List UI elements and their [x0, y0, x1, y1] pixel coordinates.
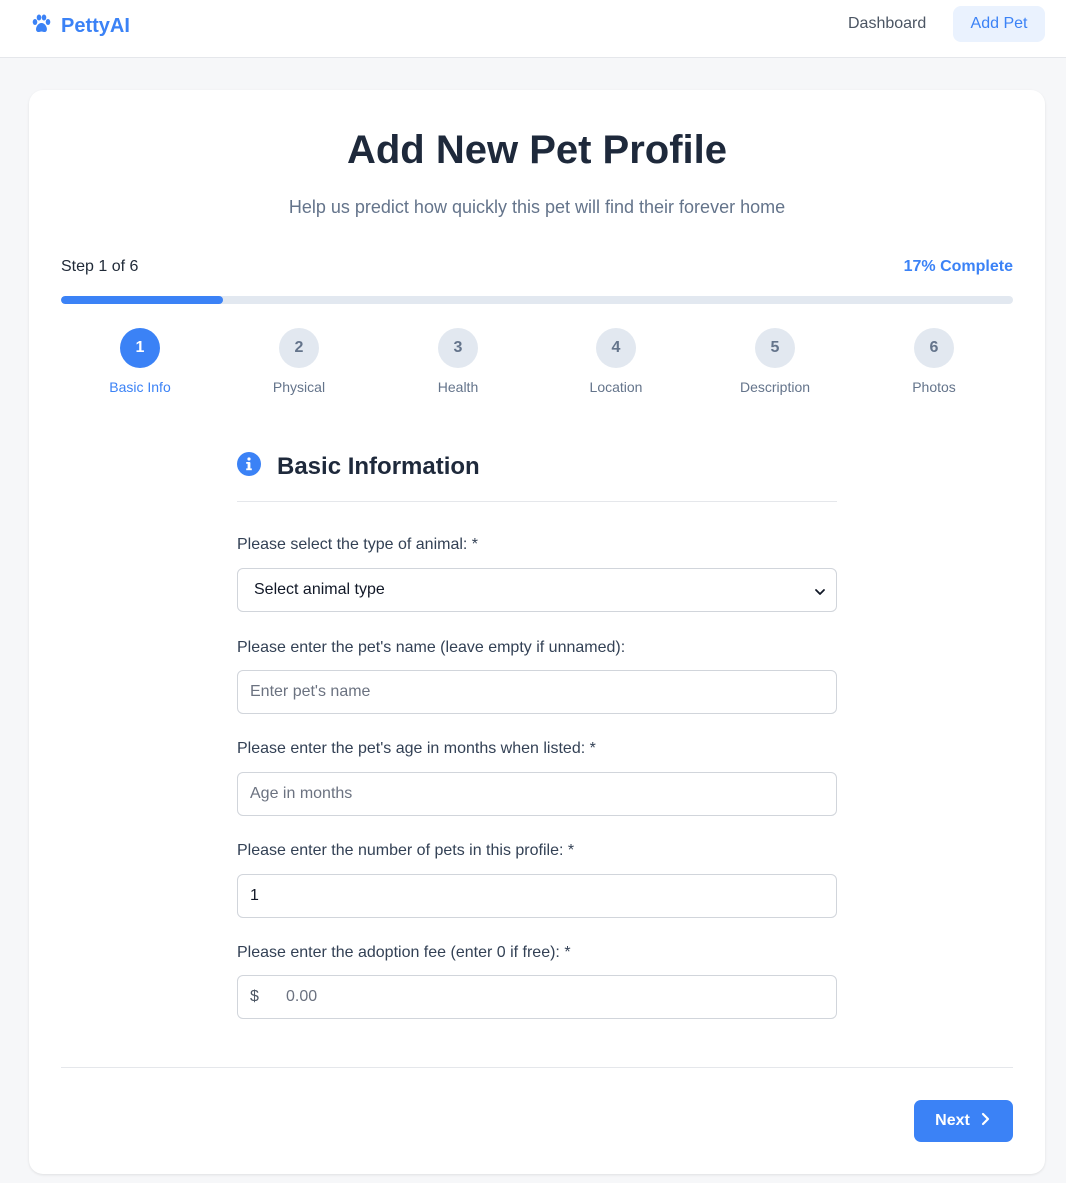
section-title: Basic Information	[277, 452, 480, 480]
fee-input[interactable]	[274, 977, 824, 1017]
step-number: 1	[120, 328, 160, 368]
progress-bar	[61, 296, 1013, 304]
animal-type-label: Please select the type of animal: *	[237, 536, 479, 553]
divider	[61, 1067, 1013, 1068]
step-indicator: Step 1 of 6	[61, 258, 139, 275]
page-subtitle: Help us predict how quickly this pet wil…	[288, 197, 786, 217]
step-label: Photos	[912, 379, 956, 395]
step-label: Basic Info	[109, 379, 171, 395]
add-pet-card: Add New Pet Profile Help us predict how …	[29, 90, 1045, 1174]
pet-name-input[interactable]	[237, 670, 837, 714]
step-number: 6	[914, 328, 954, 368]
chevron-right-icon	[970, 1112, 992, 1131]
step-location[interactable]: 4 Location	[556, 328, 676, 395]
step-number: 4	[596, 328, 636, 368]
info-icon	[237, 452, 261, 481]
step-physical[interactable]: 2 Physical	[239, 328, 359, 395]
step-description[interactable]: 5 Description	[715, 328, 835, 395]
step-photos[interactable]: 6 Photos	[874, 328, 994, 395]
next-button-label: Next	[935, 1112, 970, 1129]
step-label: Physical	[272, 379, 326, 395]
brand[interactable]: PettyAI	[29, 12, 130, 41]
fee-label: Please enter the adoption fee (enter 0 i…	[237, 944, 571, 961]
brand-name: PettyAI	[61, 15, 130, 37]
chevron-down-icon	[814, 585, 826, 597]
top-nav: PettyAI Dashboard Add Pet	[0, 0, 1066, 58]
age-input[interactable]	[237, 772, 837, 816]
step-health[interactable]: 3 Health	[398, 328, 518, 395]
quantity-input[interactable]	[237, 874, 837, 918]
step-label: Description	[739, 379, 811, 395]
quantity-label: Please enter the number of pets in this …	[237, 842, 575, 859]
fee-field: $	[237, 975, 837, 1019]
animal-type-select[interactable]: Select animal type	[237, 568, 837, 612]
nav-add-pet-link[interactable]: Add Pet	[953, 6, 1045, 42]
step-number: 3	[438, 328, 478, 368]
step-label: Health	[437, 379, 479, 395]
step-number: 2	[279, 328, 319, 368]
age-label: Please enter the pet's age in months whe…	[237, 740, 596, 757]
divider	[237, 501, 837, 502]
nav-dashboard-link[interactable]: Dashboard	[836, 6, 938, 42]
animal-type-selected-value: Select animal type	[254, 581, 385, 598]
paw-icon	[29, 12, 53, 41]
section-header: Basic Information	[237, 452, 480, 481]
pet-name-label: Please enter the pet's name (leave empty…	[237, 639, 626, 656]
stepper: 1 Basic Info 2 Physical 3 Health 4 Locat…	[61, 328, 1013, 398]
next-button[interactable]: Next	[914, 1100, 1013, 1142]
percent-complete: 17% Complete	[903, 258, 1013, 275]
currency-prefix: $	[250, 988, 259, 1005]
step-label: Location	[589, 379, 643, 395]
page-title: Add New Pet Profile	[346, 128, 728, 172]
progress-fill	[61, 296, 223, 304]
step-basic-info[interactable]: 1 Basic Info	[80, 328, 200, 395]
step-number: 5	[755, 328, 795, 368]
